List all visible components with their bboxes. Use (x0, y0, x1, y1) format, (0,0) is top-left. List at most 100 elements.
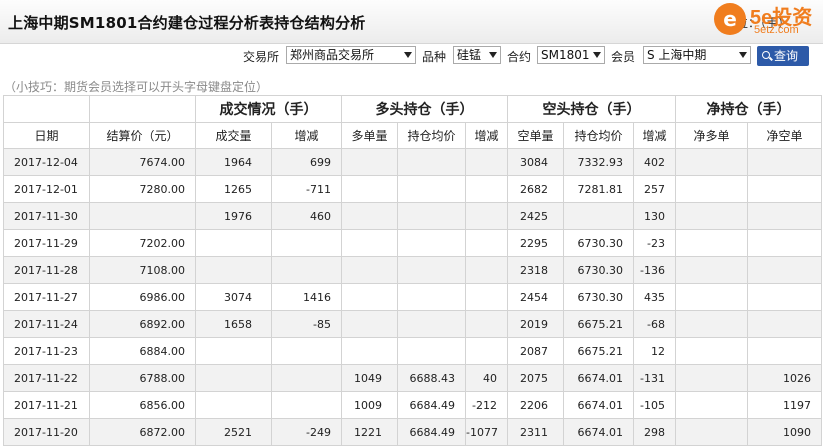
table-cell (747, 283, 822, 311)
table-row: 2017-11-29 7202.00 2295 6730.30 -23 (3, 229, 822, 257)
group-header-long: 多头持仓（手） (341, 95, 508, 123)
contract-select-value: SM1801 (541, 48, 590, 62)
contract-select[interactable]: SM1801 (537, 46, 605, 64)
table-cell (341, 256, 398, 284)
table-cell (675, 202, 748, 230)
chevron-down-icon (404, 52, 412, 58)
table-cell (747, 148, 822, 176)
table-cell (747, 310, 822, 338)
table-cell: -68 (633, 310, 676, 338)
table-cell: 2017-11-20 (3, 418, 90, 446)
table-cell: -212 (465, 391, 508, 419)
table-cell: 1049 (341, 364, 398, 392)
table-cell (195, 229, 272, 257)
column-header: 结算价（元） (89, 122, 196, 149)
table-cell (397, 148, 466, 176)
member-select[interactable]: S 上海中期 (643, 46, 751, 64)
table-cell (397, 256, 466, 284)
table-cell: 402 (633, 148, 676, 176)
table-row: 2017-11-20 6872.00 2521 -249 1221 6684.49 -107… (3, 418, 822, 446)
table-cell: 6675.21 (563, 310, 634, 338)
chevron-down-icon (593, 52, 601, 58)
position-table: 成交情况（手） 多头持仓（手） 空头持仓（手） 净持仓（手） 日期 结算价（元）成… (3, 95, 822, 446)
table-cell: 6688.43 (397, 364, 466, 392)
site-logo[interactable]: e 5e投资 5etz.com (714, 1, 821, 39)
table-cell (195, 337, 272, 365)
table-cell: 1265 (195, 175, 272, 203)
table-cell: 7332.93 (563, 148, 634, 176)
table-cell: 6788.00 (89, 364, 196, 392)
table-cell: 6730.30 (563, 229, 634, 257)
table-cell (271, 229, 342, 257)
table-cell (465, 337, 508, 365)
search-icon (762, 51, 770, 59)
table-cell: 2454 (507, 283, 564, 311)
exchange-select-value: 郑州商品交易所 (290, 48, 375, 62)
table-cell: 699 (271, 148, 342, 176)
table-cell (397, 175, 466, 203)
group-header-net: 净持仓（手） (675, 95, 822, 123)
table-row: 2017-11-22 6788.00 1049 6688.43 40 2075 6674.0… (3, 364, 822, 392)
table-cell: 7281.81 (563, 175, 634, 203)
column-header: 增减 (271, 122, 342, 149)
table-row: 2017-11-21 6856.00 1009 6684.49 -212 2206 6674… (3, 391, 822, 419)
column-header: 增减 (633, 122, 676, 149)
table-cell: 1976 (195, 202, 272, 230)
table-cell: 2017-11-21 (3, 391, 90, 419)
table-cell (397, 337, 466, 365)
table-cell: 1658 (195, 310, 272, 338)
page-title: 上海中期SM1801合约建仓过程分析表持仓结构分析 (8, 14, 366, 32)
table-column-header: 日期 结算价（元） 成交量 增减 多单量 持仓均价 增减 空单量 持仓均价 增减 净多单 净空单 (3, 122, 822, 149)
table-cell: 7108.00 (89, 256, 196, 284)
table-cell: -85 (271, 310, 342, 338)
table-cell (747, 229, 822, 257)
table-cell (675, 391, 748, 419)
table-cell: 2682 (507, 175, 564, 203)
member-label: 会员 (611, 50, 636, 64)
table-cell: 6674.01 (563, 364, 634, 392)
table-cell (195, 256, 272, 284)
table-cell: 2295 (507, 229, 564, 257)
table-cell: 1009 (341, 391, 398, 419)
tip-text: （小技巧：期货会员选择可以开头字母键盘定位） (4, 80, 269, 94)
table-cell: 6675.21 (563, 337, 634, 365)
table-cell (675, 418, 748, 446)
table-cell: 2087 (507, 337, 564, 365)
table-cell: 2318 (507, 256, 564, 284)
table-cell: 6674.01 (563, 391, 634, 419)
table-cell: 1090 (747, 418, 822, 446)
table-cell: 1197 (747, 391, 822, 419)
table-cell (675, 229, 748, 257)
table-cell (341, 148, 398, 176)
column-header: 日期 (3, 122, 90, 149)
member-select-value: S 上海中期 (647, 48, 707, 62)
contract-label: 合约 (507, 50, 532, 64)
table-cell: 130 (633, 202, 676, 230)
table-row: 2017-12-01 7280.00 1265 -711 2682 7281.81 257 (3, 175, 822, 203)
table-cell: -136 (633, 256, 676, 284)
column-header: 净空单 (747, 122, 822, 149)
variety-label: 品种 (422, 50, 447, 64)
table-cell: 1221 (341, 418, 398, 446)
table-row: 2017-11-30 1976 460 2425 130 (3, 202, 822, 230)
variety-select[interactable]: 硅锰 (453, 46, 501, 64)
table-cell: 1026 (747, 364, 822, 392)
query-button-label: 查询 (774, 49, 799, 63)
table-cell: 6884.00 (89, 337, 196, 365)
group-header-short: 空头持仓（手） (507, 95, 676, 123)
table-cell: 1964 (195, 148, 272, 176)
table-row: 2017-12-04 7674.00 1964 699 3084 7332.93 402 (3, 148, 822, 176)
table-cell (465, 256, 508, 284)
variety-select-value: 硅锰 (457, 48, 482, 62)
table-cell: -1077 (465, 418, 508, 446)
table-row: 2017-11-27 6986.00 3074 1416 2454 6730.30 435 (3, 283, 822, 311)
query-button[interactable]: 查询 (757, 46, 809, 66)
table-cell: 6684.49 (397, 418, 466, 446)
exchange-select[interactable]: 郑州商品交易所 (286, 46, 416, 64)
table-cell: 460 (271, 202, 342, 230)
table-row: 2017-11-24 6892.00 1658 -85 2019 6675.21 -68 (3, 310, 822, 338)
table-cell: -105 (633, 391, 676, 419)
table-cell: 2017-11-27 (3, 283, 90, 311)
column-header: 增减 (465, 122, 508, 149)
table-cell: -23 (633, 229, 676, 257)
